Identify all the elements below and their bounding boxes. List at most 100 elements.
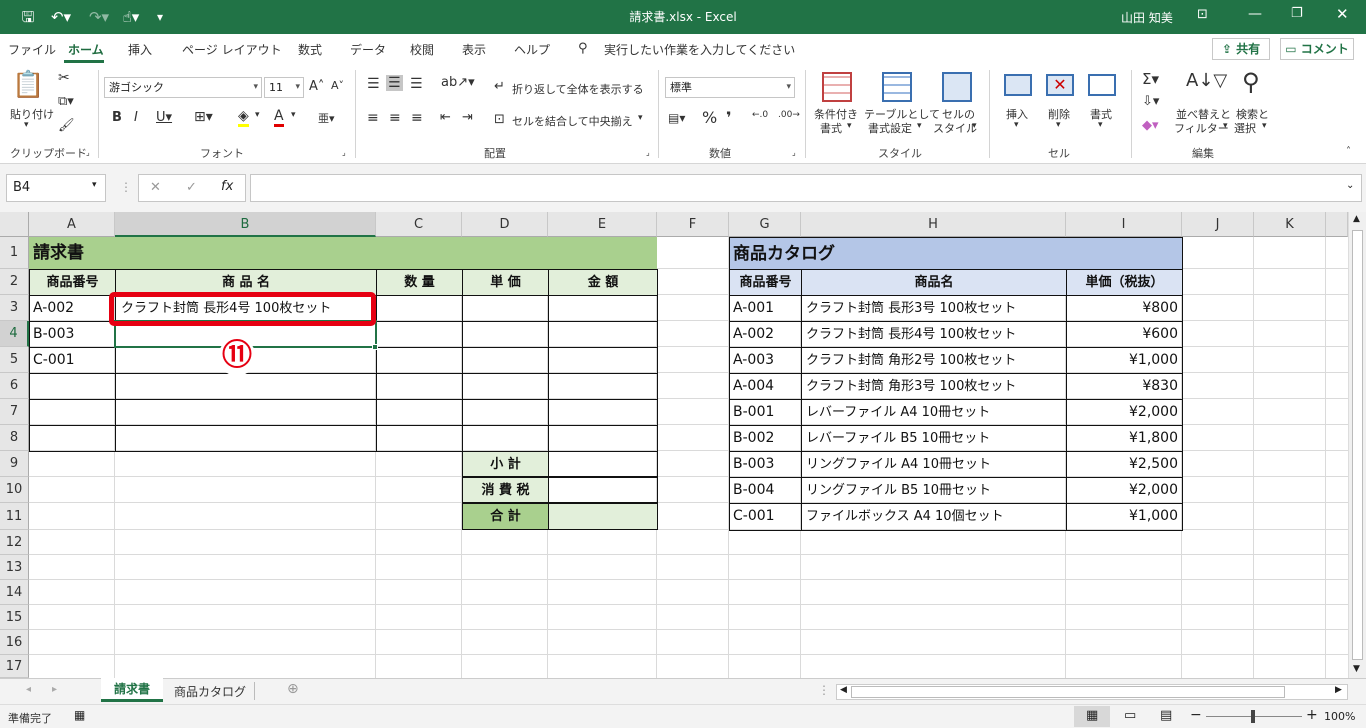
format-as-table-line2[interactable]: 書式設定 xyxy=(868,120,912,136)
format-painter-icon[interactable]: 🖌 xyxy=(58,118,75,133)
sheet-tab-invoice[interactable]: 請求書 xyxy=(101,678,163,702)
clear-icon[interactable]: ◆▾ xyxy=(1142,118,1159,133)
sort-filter-line2[interactable]: フィルター xyxy=(1174,120,1229,136)
tab-page-layout[interactable]: ページ レイアウト xyxy=(182,41,282,58)
font-color-dropdown-icon[interactable]: ▾ xyxy=(291,110,296,120)
scroll-down-icon[interactable]: ▼ xyxy=(1353,664,1360,674)
catalog-code-cell[interactable]: B-004 xyxy=(729,477,802,504)
invoice-subtotal-label[interactable]: 小 計 xyxy=(462,451,549,477)
horizontal-scroll-thumb[interactable] xyxy=(851,686,1285,698)
page-layout-view-icon[interactable]: ▭ xyxy=(1124,708,1136,723)
macro-record-icon[interactable]: ▦ xyxy=(74,708,85,722)
tab-help[interactable]: ヘルプ xyxy=(514,41,550,58)
invoice-cell[interactable] xyxy=(29,373,116,400)
row-header-4[interactable]: 4 xyxy=(0,321,29,347)
tab-data[interactable]: データ xyxy=(350,41,386,58)
conditional-formatting-line2[interactable]: 書式 xyxy=(820,120,842,136)
align-top-icon[interactable]: ☰ xyxy=(367,76,380,92)
find-select-line2[interactable]: 選択 xyxy=(1234,120,1256,136)
catalog-name-cell[interactable]: クラフト封筒 長形3号 100枚セット xyxy=(801,295,1067,322)
row-header-3[interactable]: 3 xyxy=(0,295,29,321)
column-header-j[interactable]: J xyxy=(1182,212,1254,237)
increase-indent-icon[interactable]: ⇥ xyxy=(462,110,473,125)
invoice-cell[interactable]: C-001 xyxy=(29,347,116,374)
fill-color-dropdown-icon[interactable]: ▾ xyxy=(255,110,260,120)
invoice-cell[interactable] xyxy=(376,347,463,374)
catalog-code-cell[interactable]: B-002 xyxy=(729,425,802,452)
formula-input[interactable] xyxy=(250,174,1362,202)
close-icon[interactable]: ✕ xyxy=(1336,5,1349,23)
merge-dropdown-icon[interactable]: ▾ xyxy=(638,113,643,123)
tell-me-input[interactable]: 実行したい作業を入力してください xyxy=(604,41,795,58)
catalog-header-cell[interactable]: 商品名 xyxy=(801,269,1067,296)
font-size-select[interactable]: 11 xyxy=(264,77,304,98)
invoice-cell[interactable] xyxy=(29,425,116,452)
tab-view[interactable]: 表示 xyxy=(462,41,486,58)
invoice-cell[interactable] xyxy=(462,373,549,400)
invoice-tax-value[interactable] xyxy=(548,477,658,503)
catalog-name-cell[interactable]: リングファイル B5 10冊セット xyxy=(801,477,1067,504)
insert-function-icon[interactable]: fx xyxy=(221,179,233,194)
invoice-total-label[interactable]: 合 計 xyxy=(462,503,549,530)
invoice-subtotal-value[interactable] xyxy=(548,451,658,477)
invoice-cell[interactable] xyxy=(548,399,658,426)
restore-icon[interactable]: ❐ xyxy=(1291,6,1303,21)
fill-color-icon[interactable]: ◈ xyxy=(238,108,249,127)
paste-button[interactable]: 貼り付け xyxy=(10,106,54,122)
share-button[interactable]: ⇪ 共有 xyxy=(1212,38,1270,60)
font-launcher-icon[interactable]: ⌟ xyxy=(342,148,346,157)
find-select-dropdown-icon[interactable]: ▾ xyxy=(1262,121,1267,131)
tab-splitter-icon[interactable]: ⋮ xyxy=(818,683,830,697)
align-center-icon[interactable]: ≡ xyxy=(389,110,401,126)
comment-button[interactable]: ▭ コメント xyxy=(1280,38,1354,60)
zoom-out-icon[interactable]: − xyxy=(1190,707,1202,723)
row-header-8[interactable]: 8 xyxy=(0,425,29,451)
catalog-code-cell[interactable]: B-003 xyxy=(729,451,802,478)
format-as-table-dropdown-icon[interactable]: ▾ xyxy=(917,121,922,131)
align-middle-icon[interactable]: ☰ xyxy=(386,75,403,91)
insert-cells-dropdown-icon[interactable]: ▾ xyxy=(1014,120,1019,130)
row-header-16[interactable]: 16 xyxy=(0,630,29,655)
comma-style-icon[interactable]: ❜ xyxy=(726,108,732,127)
zoom-level[interactable]: 100% xyxy=(1324,710,1355,723)
catalog-code-cell[interactable]: A-004 xyxy=(729,373,802,400)
fill-icon[interactable]: ⇩▾ xyxy=(1142,94,1159,109)
row-header-7[interactable]: 7 xyxy=(0,399,29,425)
row-header-14[interactable]: 14 xyxy=(0,580,29,605)
fill-handle[interactable] xyxy=(372,344,378,350)
row-header-10[interactable]: 10 xyxy=(0,477,29,503)
name-box-dropdown-icon[interactable]: ▾ xyxy=(92,180,97,190)
invoice-cell[interactable]: A-002 xyxy=(29,295,116,322)
column-header-i[interactable]: I xyxy=(1066,212,1182,237)
name-box[interactable]: B4 xyxy=(6,174,106,202)
catalog-price-cell[interactable]: ¥800 xyxy=(1066,295,1183,322)
conditional-formatting-dropdown-icon[interactable]: ▾ xyxy=(847,121,852,131)
invoice-tax-label[interactable]: 消 費 税 xyxy=(462,477,549,503)
tab-review[interactable]: 校閲 xyxy=(410,41,434,58)
select-all-corner[interactable] xyxy=(0,212,29,237)
catalog-header-cell[interactable]: 単価（税抜） xyxy=(1066,269,1183,296)
column-header-h[interactable]: H xyxy=(801,212,1066,237)
catalog-price-cell[interactable]: ¥2,000 xyxy=(1066,399,1183,426)
invoice-cell[interactable] xyxy=(548,321,658,348)
invoice-cell[interactable] xyxy=(462,295,549,322)
invoice-cell[interactable] xyxy=(548,295,658,322)
orientation-icon[interactable]: ab↗▾ xyxy=(441,75,475,90)
catalog-code-cell[interactable]: C-001 xyxy=(729,503,802,531)
sort-filter-dropdown-icon[interactable]: ▾ xyxy=(1223,121,1228,131)
invoice-cell[interactable] xyxy=(115,399,377,426)
decrease-decimal-icon[interactable]: .00→ xyxy=(778,110,800,120)
decrease-indent-icon[interactable]: ⇤ xyxy=(440,110,451,125)
invoice-header-cell[interactable]: 数 量 xyxy=(376,269,463,296)
increase-decimal-icon[interactable]: ←.0 xyxy=(752,110,768,120)
alignment-launcher-icon[interactable]: ⌟ xyxy=(646,148,650,157)
row-header-6[interactable]: 6 xyxy=(0,373,29,399)
row-header-15[interactable]: 15 xyxy=(0,605,29,630)
number-launcher-icon[interactable]: ⌟ xyxy=(792,148,796,157)
tab-home[interactable]: ホーム xyxy=(68,41,104,58)
merge-center-button[interactable]: セルを結合して中央揃え xyxy=(512,113,633,129)
catalog-name-cell[interactable]: ファイルボックス A4 10個セット xyxy=(801,503,1067,531)
catalog-price-cell[interactable]: ¥600 xyxy=(1066,321,1183,348)
cell-styles-line2[interactable]: スタイル xyxy=(933,120,977,136)
invoice-header-cell[interactable]: 単 価 xyxy=(462,269,549,296)
